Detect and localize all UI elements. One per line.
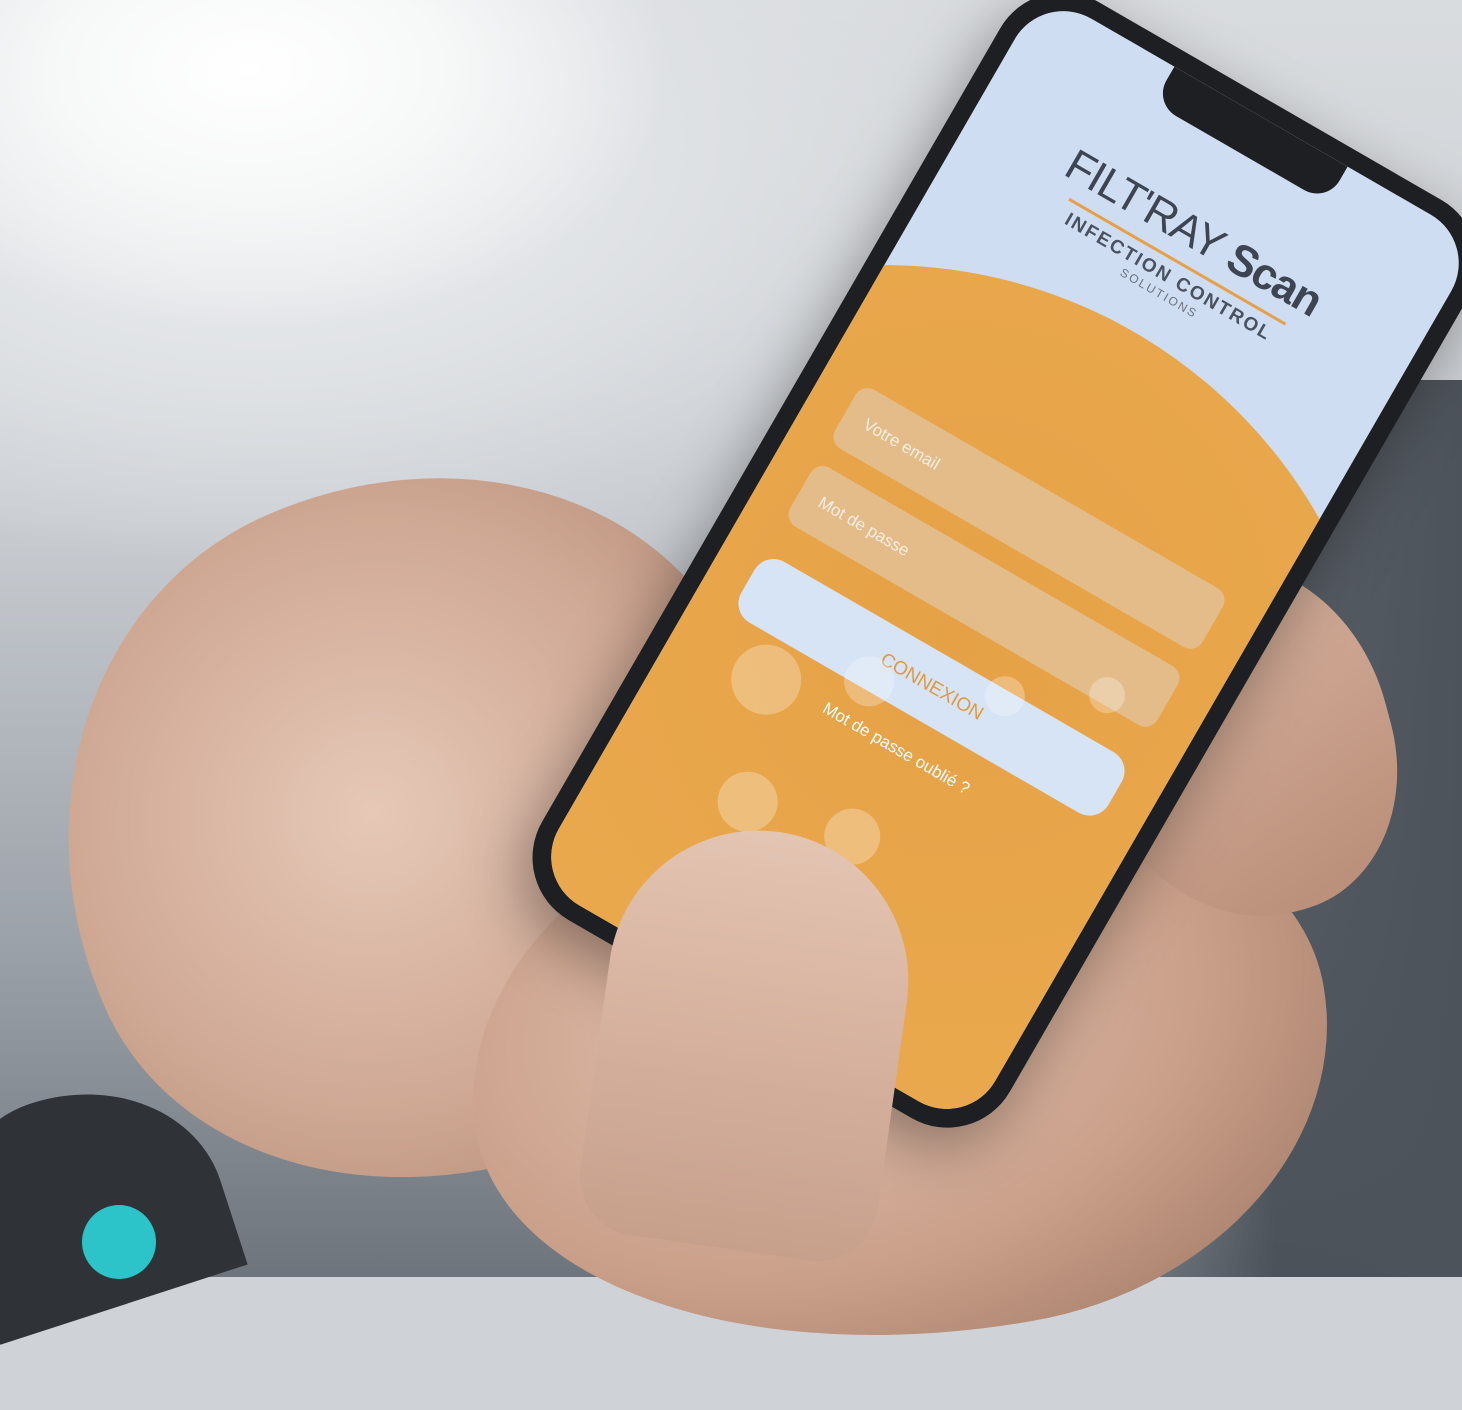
- password-placeholder: Mot de passe: [814, 492, 913, 561]
- teal-circle-badge: [82, 1205, 156, 1279]
- phone-notch: [1153, 66, 1348, 203]
- email-placeholder: Votre email: [859, 414, 944, 474]
